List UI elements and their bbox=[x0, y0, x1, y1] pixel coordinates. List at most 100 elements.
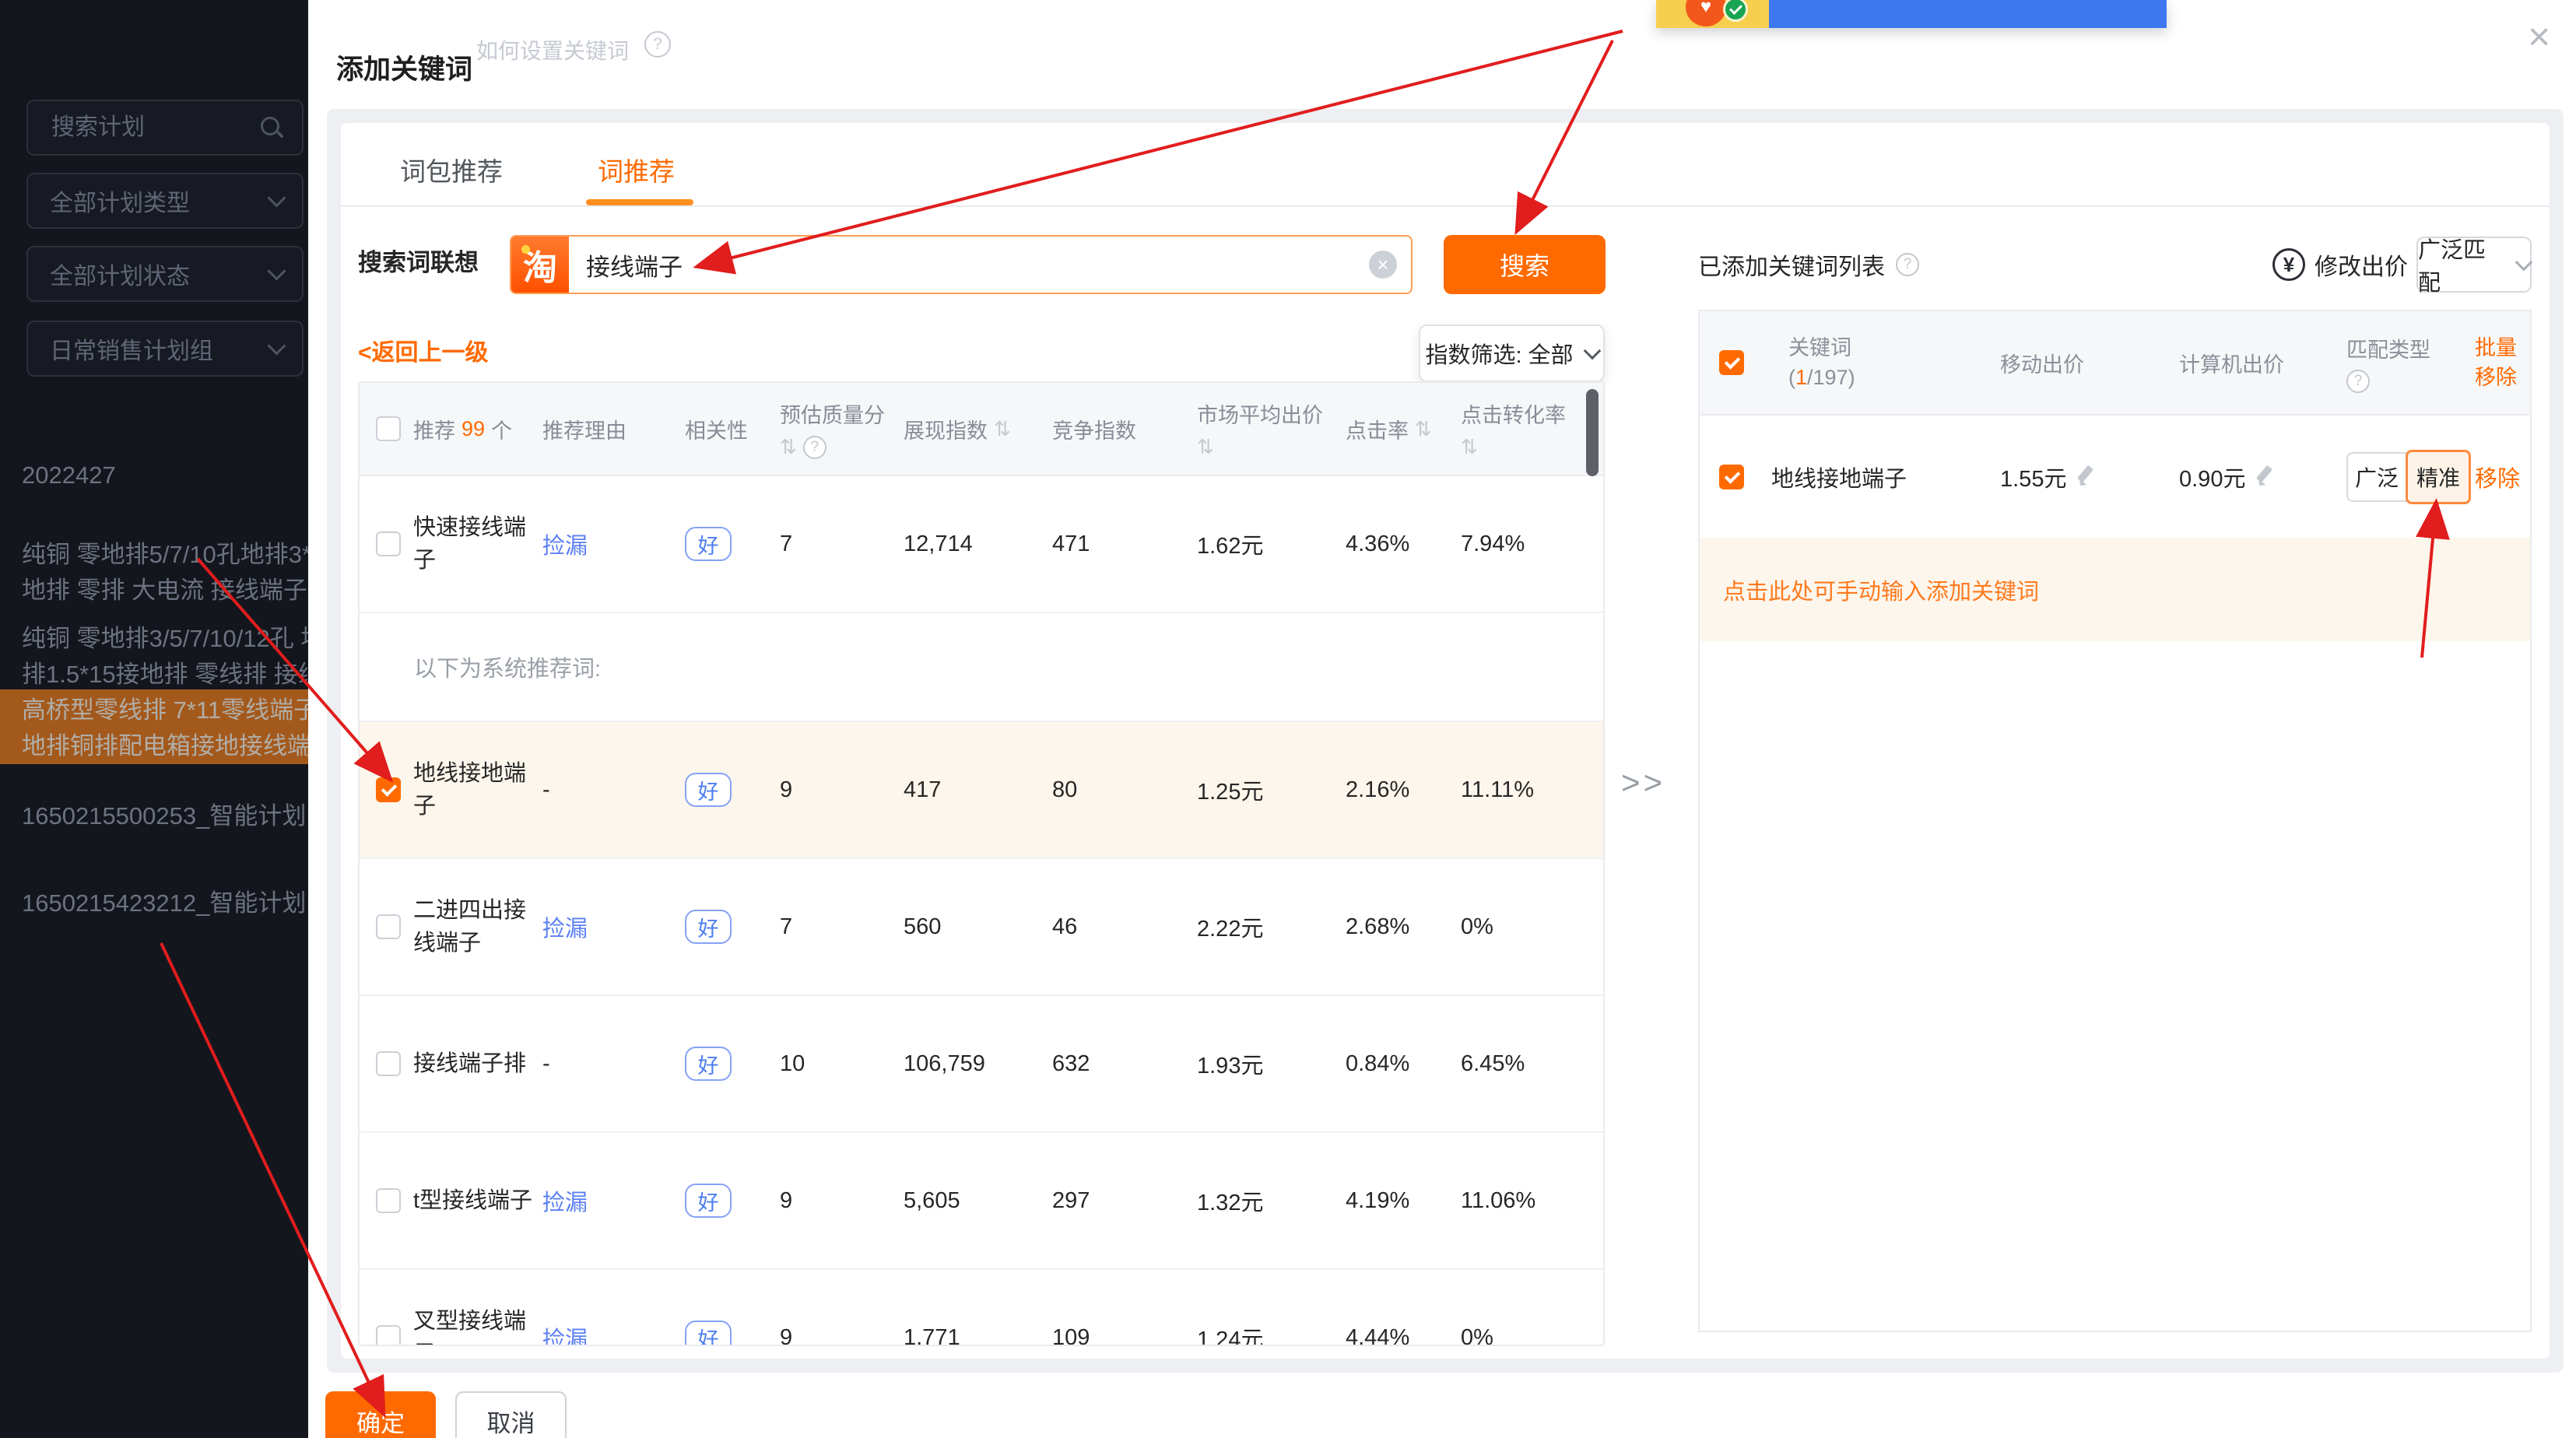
cancel-button[interactable]: 取消 bbox=[455, 1391, 567, 1438]
edit-pencil-icon[interactable] bbox=[2072, 465, 2096, 489]
keyword-row[interactable]: 接线端子排 - 好 10 106,759 632 1.93元 0.84% 6.4… bbox=[360, 996, 1603, 1133]
plan-item[interactable]: 2022427 bbox=[0, 458, 308, 493]
row-checkbox[interactable] bbox=[376, 1188, 401, 1213]
table-scrollbar[interactable] bbox=[1586, 389, 1599, 476]
keyword-text: t型接线端子 bbox=[413, 1184, 542, 1217]
keyword-search-input[interactable] bbox=[569, 251, 1369, 279]
help-link[interactable]: 如何设置关键词 bbox=[476, 34, 629, 65]
search-button[interactable]: 搜索 bbox=[1444, 235, 1606, 294]
modify-bid-button[interactable]: ¥ 修改出价 bbox=[2272, 244, 2408, 285]
column-header-cvr: 点击转化率 ⇅ bbox=[1461, 398, 1603, 459]
column-header-recommend: 推荐99个 bbox=[413, 414, 542, 444]
plan-type-label: 全部计划类型 bbox=[50, 184, 190, 218]
notification-action-bar[interactable] bbox=[1769, 0, 2167, 28]
select-all-checkbox[interactable] bbox=[376, 416, 401, 441]
modal-title: 添加关键词 bbox=[336, 47, 472, 87]
row-checkbox[interactable] bbox=[376, 531, 401, 556]
impression-index: 417 bbox=[904, 777, 1052, 803]
cvr-value: 11.06% bbox=[1461, 1188, 1603, 1214]
row-checkbox[interactable] bbox=[376, 1051, 401, 1076]
question-icon[interactable]: ? bbox=[803, 436, 826, 459]
plan-status-dropdown[interactable]: 全部计划状态 bbox=[26, 246, 304, 302]
match-type-dropdown[interactable]: 广泛匹配 bbox=[2416, 237, 2532, 293]
edit-pencil-icon[interactable] bbox=[2251, 465, 2275, 489]
keyword-text: 二进四出接线端子 bbox=[413, 894, 542, 959]
reason-link[interactable]: 捡漏 bbox=[542, 1321, 685, 1346]
reason-link[interactable]: 捡漏 bbox=[542, 910, 685, 943]
close-icon[interactable]: × bbox=[2528, 17, 2550, 56]
question-icon[interactable]: ? bbox=[644, 31, 671, 58]
ctr-value: 4.36% bbox=[1346, 531, 1461, 557]
keyword-text: 叉型接线端子 bbox=[413, 1305, 542, 1346]
plan-item[interactable]: 纯铜 零地排3/5/7/10/12孔 地线排 排1.5*15接地排 零线排 接线… bbox=[0, 621, 308, 693]
keyword-search-box[interactable]: 淘 × bbox=[510, 235, 1413, 294]
question-icon[interactable]: ? bbox=[1896, 253, 1919, 276]
added-keywords-title: 已添加关键词列表 ? bbox=[1698, 246, 1919, 283]
cvr-value: 0% bbox=[1461, 1325, 1603, 1347]
keyword-text: 地线接地端子 bbox=[413, 757, 542, 822]
column-header-mobile-bid: 移动出价 bbox=[2000, 348, 2179, 378]
sort-icon[interactable]: ⇅ bbox=[1197, 435, 1214, 459]
keyword-row[interactable]: 二进四出接线端子 捡漏 好 7 560 46 2.22元 2.68% 0% bbox=[360, 859, 1603, 996]
keyword-row-clipped[interactable]: 叉型接线端子 捡漏 好 9 1,771 109 1.24元 4.44% 0% bbox=[360, 1270, 1603, 1346]
plan-sidebar: 全部计划类型 全部计划状态 日常销售计划组 2022427 纯铜 零地排5/7/… bbox=[0, 0, 308, 1438]
plan-item[interactable]: 1650215423212_智能计划 bbox=[0, 886, 308, 921]
keyword-text: 接线端子排 bbox=[413, 1047, 542, 1080]
plan-type-dropdown[interactable]: 全部计划类型 bbox=[26, 173, 304, 229]
match-type-value: 广泛匹配 bbox=[2418, 232, 2505, 297]
sort-icon[interactable]: ⇅ bbox=[1415, 417, 1432, 441]
row-checkbox[interactable] bbox=[376, 1325, 401, 1346]
plan-item-label: 纯铜 零地排5/7/10孔地排3*30排 bbox=[22, 537, 308, 573]
taobao-mascot-icon: ♥ bbox=[1686, 0, 1726, 26]
keyword-row-selected[interactable]: 地线接地端子 - 好 9 417 80 1.25元 2.16% 11.11% bbox=[360, 722, 1603, 859]
back-to-parent-link[interactable]: <返回上一级 bbox=[358, 333, 489, 367]
plan-group-label: 日常销售计划组 bbox=[50, 331, 213, 366]
relevance-badge: 好 bbox=[685, 910, 732, 944]
manual-add-hint-row[interactable]: 点击此处可手动输入添加关键词 bbox=[1700, 538, 2530, 641]
match-broad-button[interactable]: 广泛 bbox=[2346, 452, 2407, 502]
manual-add-hint-text: 点击此处可手动输入添加关键词 bbox=[1723, 573, 2039, 606]
recommend-count: 99 bbox=[462, 417, 485, 441]
remove-keyword-link[interactable]: 移除 bbox=[2475, 461, 2530, 493]
clear-input-icon[interactable]: × bbox=[1369, 251, 1397, 279]
added-keyword-row[interactable]: 地线接地端子 1.55元 0.90元 广泛 精准 bbox=[1700, 416, 2530, 538]
plan-group-dropdown[interactable]: 日常销售计划组 bbox=[26, 321, 304, 377]
question-icon[interactable]: ? bbox=[2346, 370, 2370, 393]
plan-item[interactable]: 1650215500253_智能计划 bbox=[0, 798, 308, 834]
quality-score: 10 bbox=[780, 1051, 904, 1077]
row-checkbox[interactable] bbox=[376, 914, 401, 939]
column-header-reason: 推荐理由 bbox=[542, 414, 685, 444]
quality-score: 9 bbox=[780, 1188, 904, 1214]
browser-notification-popup[interactable]: ♥ bbox=[1656, 0, 2167, 28]
compete-index: 297 bbox=[1052, 1188, 1197, 1214]
modal-content-card: 词包推荐 词推荐 搜索词联想 淘 × 搜索 已添加关键词列表 ? bbox=[341, 123, 2550, 1359]
sort-icon[interactable]: ⇅ bbox=[994, 417, 1011, 441]
plan-item[interactable]: 纯铜 零地排5/7/10孔地排3*30排 地排 零排 大电流 接线端子 bbox=[0, 537, 308, 609]
added-select-all-checkbox[interactable] bbox=[1719, 350, 1744, 375]
market-price: 1.93元 bbox=[1197, 1047, 1346, 1080]
tab-word-package[interactable]: 词包推荐 bbox=[400, 151, 503, 188]
tab-word-recommend[interactable]: 词推荐 bbox=[598, 151, 675, 188]
confirm-button[interactable]: 确定 bbox=[325, 1391, 436, 1438]
index-filter-dropdown[interactable]: 指数筛选: 全部 bbox=[1419, 324, 1605, 382]
market-price: 1.32元 bbox=[1197, 1184, 1346, 1217]
sort-icon[interactable]: ⇅ bbox=[1461, 435, 1478, 459]
sort-icon[interactable]: ⇅ bbox=[780, 435, 797, 459]
plan-search-input[interactable] bbox=[50, 114, 260, 142]
plan-item-label: 排1.5*15接地排 零线排 接线端子 bbox=[22, 657, 308, 693]
reason-link[interactable]: 捡漏 bbox=[542, 528, 685, 560]
search-icon bbox=[260, 116, 283, 139]
match-exact-button-selected[interactable]: 精准 bbox=[2406, 450, 2471, 504]
batch-remove-button[interactable]: 批量 移除 bbox=[2475, 333, 2530, 392]
modal-body-panel: 词包推荐 词推荐 搜索词联想 淘 × 搜索 已添加关键词列表 ? bbox=[327, 109, 2564, 1373]
move-right-expander[interactable]: >> bbox=[1621, 764, 1665, 801]
keyword-row[interactable]: t型接线端子 捡漏 好 9 5,605 297 1.32元 4.19% 11.0… bbox=[360, 1133, 1603, 1270]
row-checkbox-checked[interactable] bbox=[376, 777, 401, 802]
plan-search-box[interactable] bbox=[26, 100, 304, 156]
added-count: 1 bbox=[1795, 366, 1807, 389]
plan-item-active[interactable]: 高桥型零线排 7*11零线端子排接 地排铜排配电箱接地接线端子 bbox=[0, 689, 308, 764]
keyword-row[interactable]: 快速接线端子 捡漏 好 7 12,714 471 1.62元 4.36% 7.9… bbox=[360, 476, 1603, 613]
cvr-value: 6.45% bbox=[1461, 1051, 1603, 1077]
added-row-checkbox[interactable] bbox=[1719, 465, 1744, 489]
reason-link[interactable]: 捡漏 bbox=[542, 1184, 685, 1217]
